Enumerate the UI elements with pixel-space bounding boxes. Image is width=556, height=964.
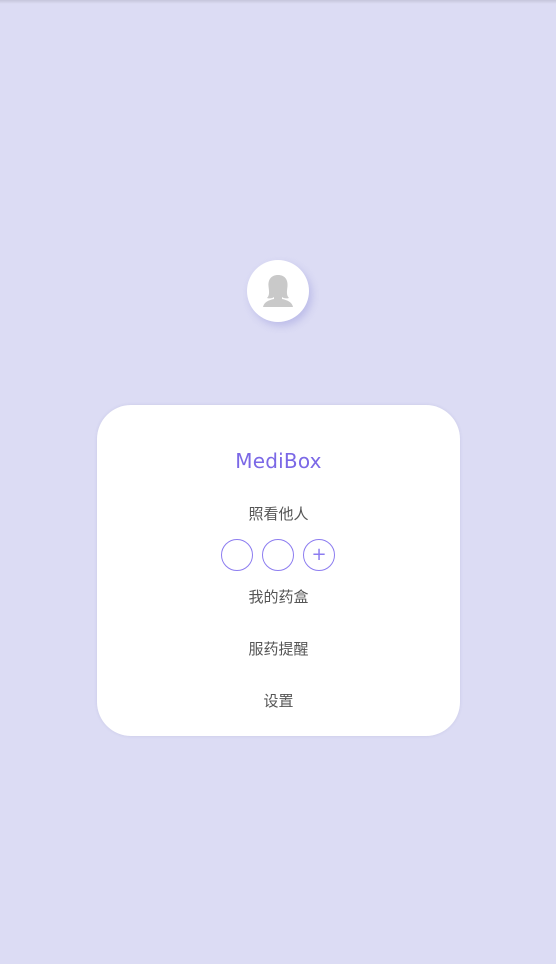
menu-item-my-medbox[interactable]: 我的药盒 xyxy=(97,587,460,607)
plus-icon: + xyxy=(311,544,327,565)
menu-item-settings[interactable]: 设置 xyxy=(97,691,460,711)
app-title: MediBox xyxy=(235,449,322,473)
profile-avatar[interactable] xyxy=(247,260,309,322)
user-avatar-icon xyxy=(263,275,293,307)
add-person-button[interactable]: + xyxy=(303,539,335,571)
menu-item-medication-reminder[interactable]: 服药提醒 xyxy=(97,639,460,659)
care-others-slots: + xyxy=(221,539,336,571)
care-person-slot[interactable] xyxy=(262,539,294,571)
care-person-slot[interactable] xyxy=(221,539,253,571)
care-others-label[interactable]: 照看他人 xyxy=(97,504,460,524)
main-menu-card: MediBox 照看他人 + 我的药盒 服药提醒 设置 xyxy=(97,405,460,736)
status-bar-shadow xyxy=(0,0,556,4)
